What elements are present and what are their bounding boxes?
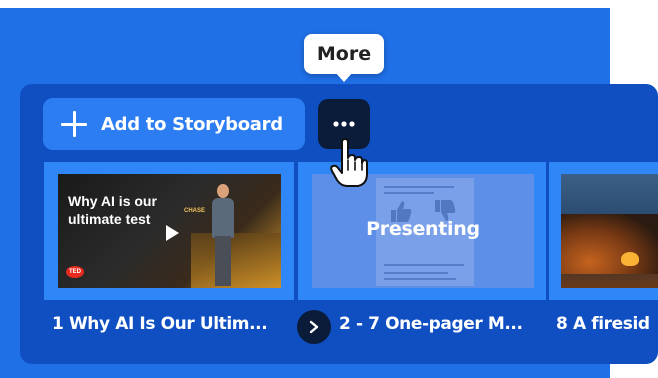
- scene-thumbnail-1[interactable]: Why AI is our ultimate test CHASE TED: [44, 162, 294, 300]
- scene-2-image: Presenting: [312, 174, 534, 288]
- speaker-figure: [210, 180, 236, 286]
- tooltip-arrow: [335, 72, 353, 82]
- ted-logo: TED: [66, 266, 84, 278]
- scene-thumbnail-3[interactable]: [549, 162, 658, 300]
- scene-caption-2[interactable]: 2 - 7 One-pager M...: [339, 314, 523, 334]
- presenting-label: Presenting: [366, 218, 480, 240]
- brand-mark: CHASE: [184, 208, 206, 214]
- scene-1-image: Why AI is our ultimate test CHASE TED: [58, 174, 281, 288]
- scene-caption-1[interactable]: 1 Why AI Is Our Ultim...: [52, 314, 268, 334]
- scene-captions: 1 Why AI Is Our Ultim... 2 - 7 One-pager…: [52, 314, 658, 340]
- chevron-right-icon: [309, 320, 319, 334]
- scene-transition-button[interactable]: [297, 310, 331, 344]
- add-to-storyboard-button[interactable]: Add to Storyboard: [43, 98, 305, 150]
- scene-3-image: [561, 174, 658, 288]
- campfire: [621, 252, 639, 266]
- more-horizontal-icon: [333, 121, 355, 127]
- scene-caption-3[interactable]: 8 A firesid: [556, 314, 650, 334]
- hand-pointer-icon: [330, 138, 368, 187]
- plus-icon: [61, 111, 87, 137]
- add-to-storyboard-label: Add to Storyboard: [101, 113, 283, 135]
- more-tooltip: More: [304, 34, 384, 74]
- play-icon[interactable]: [160, 222, 182, 244]
